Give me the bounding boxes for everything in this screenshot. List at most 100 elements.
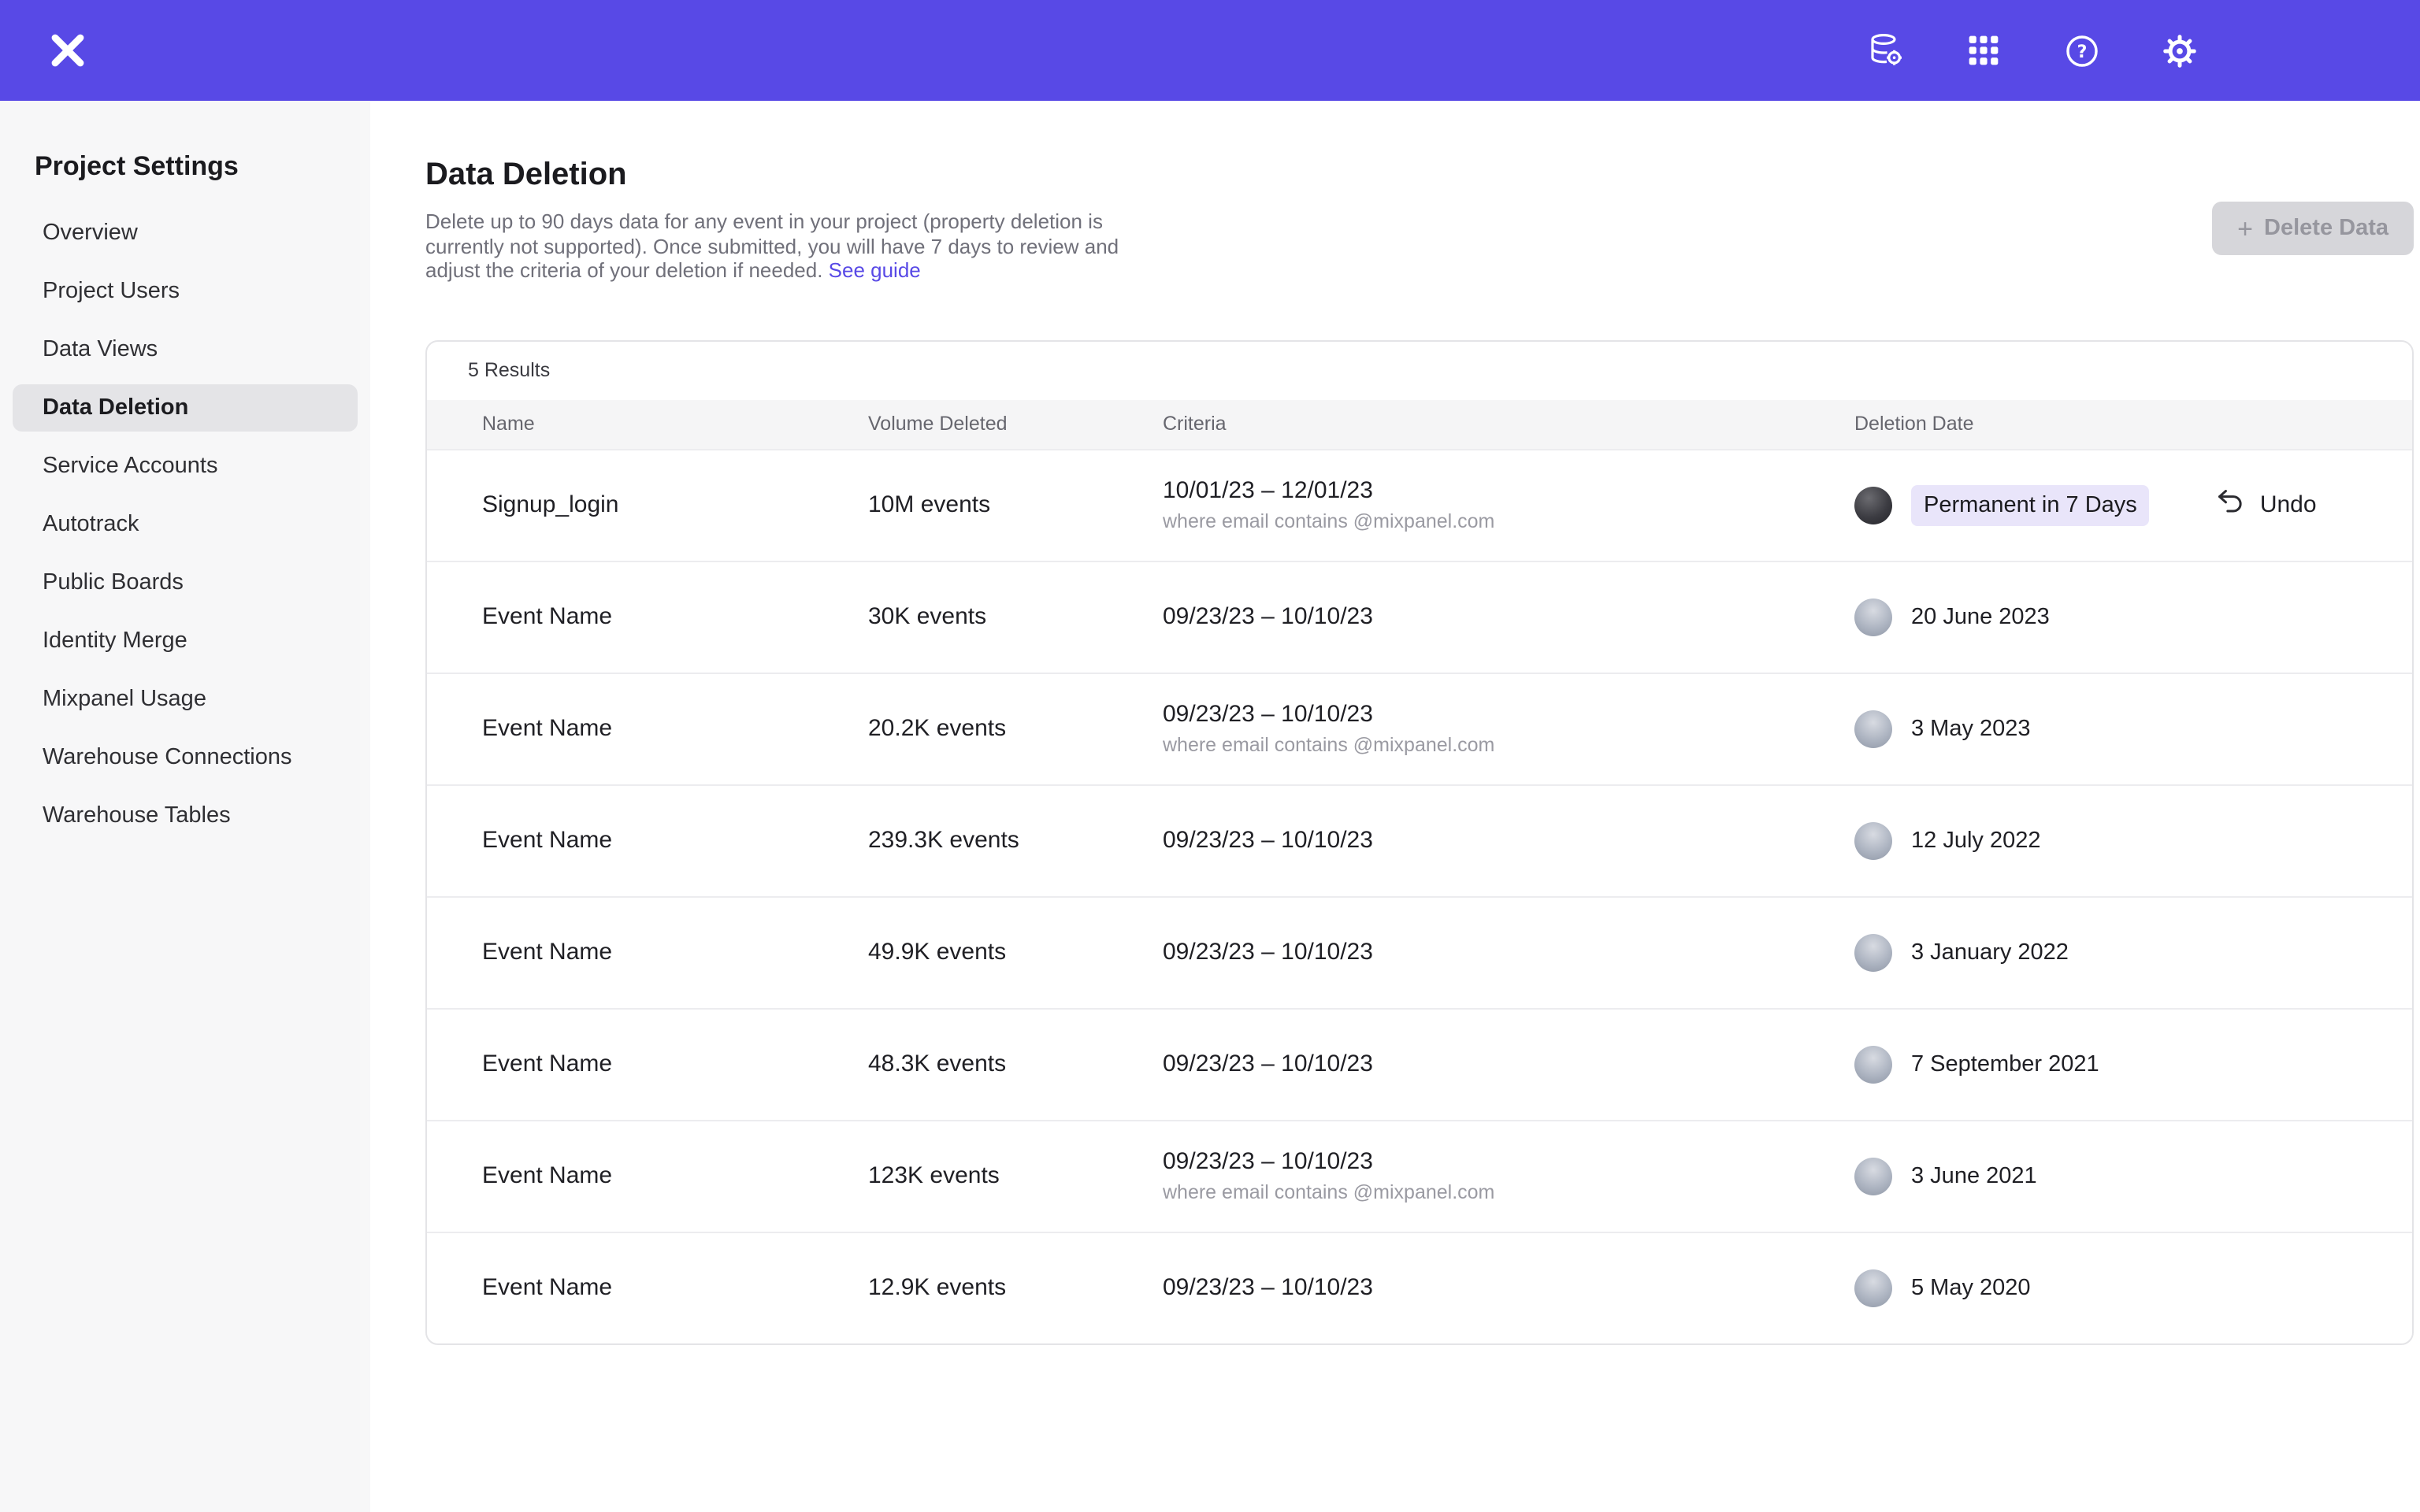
- row-name: Event Name: [482, 1163, 868, 1190]
- delete-data-button[interactable]: + Delete Data: [2212, 202, 2414, 255]
- sidebar-nav: Overview Project Users Data Views Data Dele…: [13, 209, 358, 839]
- app-window: ?: [0, 0, 2420, 1512]
- row-deletion-date: 3 June 2021: [1854, 1158, 2412, 1195]
- avatar: [1854, 487, 1892, 524]
- criteria-range: 09/23/23 – 10/10/23: [1163, 939, 1854, 966]
- results-count: 5 Results: [427, 342, 2412, 400]
- deletion-date-text: 5 May 2020: [1911, 1276, 2031, 1301]
- table-row: Event Name48.3K events09/23/23 – 10/10/2…: [427, 1008, 2412, 1120]
- row-criteria: 09/23/23 – 10/10/23: [1163, 1051, 1854, 1078]
- page-description-text: Delete up to 90 days data for any event …: [425, 209, 1119, 282]
- main-content: Data Deletion Delete up to 90 days data …: [370, 101, 2420, 1512]
- row-deletion-date: 3 May 2023: [1854, 710, 2412, 748]
- undo-button[interactable]: Undo: [2216, 487, 2317, 524]
- avatar: [1854, 822, 1892, 860]
- deletion-date-text: 3 June 2021: [1911, 1164, 2037, 1189]
- column-header-name: Name: [482, 413, 868, 435]
- undo-label: Undo: [2260, 492, 2317, 519]
- page-description: Delete up to 90 days data for any event …: [425, 209, 1138, 284]
- plus-icon: +: [2237, 215, 2253, 242]
- sidebar-item-identity-merge[interactable]: Identity Merge: [13, 617, 358, 665]
- column-header-criteria: Criteria: [1163, 413, 1854, 435]
- topbar-icon-group: ?: [1865, 30, 2199, 71]
- avatar: [1854, 598, 1892, 636]
- criteria-range: 09/23/23 – 10/10/23: [1163, 1275, 1854, 1302]
- row-volume: 49.9K events: [868, 939, 1163, 966]
- criteria-filter: where email contains @mixpanel.com: [1163, 511, 1854, 533]
- row-deletion-date: 12 July 2022: [1854, 822, 2412, 860]
- row-deletion-date: Permanent in 7 DaysUndo: [1854, 485, 2412, 526]
- row-criteria: 09/23/23 – 10/10/23: [1163, 828, 1854, 854]
- column-header-deletion-date: Deletion Date: [1854, 413, 2412, 435]
- sidebar-item-public-boards[interactable]: Public Boards: [13, 559, 358, 606]
- row-deletion-date: 20 June 2023: [1854, 598, 2412, 636]
- row-deletion-date: 7 September 2021: [1854, 1046, 2412, 1084]
- row-volume: 12.9K events: [868, 1275, 1163, 1302]
- column-header-volume: Volume Deleted: [868, 413, 1163, 435]
- criteria-range: 09/23/23 – 10/10/23: [1163, 604, 1854, 631]
- row-criteria: 09/23/23 – 10/10/23: [1163, 939, 1854, 966]
- row-name: Event Name: [482, 828, 868, 854]
- row-name: Event Name: [482, 1275, 868, 1302]
- row-volume: 10M events: [868, 492, 1163, 519]
- top-navigation-bar: ?: [0, 0, 2420, 101]
- row-name: Event Name: [482, 716, 868, 743]
- table-header-row: Name Volume Deleted Criteria Deletion Da…: [427, 400, 2412, 449]
- avatar: [1854, 934, 1892, 972]
- criteria-range: 09/23/23 – 10/10/23: [1163, 1051, 1854, 1078]
- data-management-icon[interactable]: [1865, 30, 1906, 71]
- table-row: Event Name49.9K events09/23/23 – 10/10/2…: [427, 896, 2412, 1008]
- row-criteria: 09/23/23 – 10/10/23where email contains …: [1163, 702, 1854, 757]
- delete-data-button-label: Delete Data: [2264, 216, 2388, 241]
- row-name: Signup_login: [482, 492, 868, 519]
- row-criteria: 09/23/23 – 10/10/23 where email contains …: [1163, 1149, 1854, 1204]
- row-deletion-date: 3 January 2022: [1854, 934, 2412, 972]
- row-volume: 48.3K events: [868, 1051, 1163, 1078]
- avatar: [1854, 710, 1892, 748]
- sidebar-item-mixpanel-usage[interactable]: Mixpanel Usage: [13, 676, 358, 723]
- sidebar-item-autotrack[interactable]: Autotrack: [13, 501, 358, 548]
- avatar: [1854, 1046, 1892, 1084]
- row-volume: 239.3K events: [868, 828, 1163, 854]
- row-name: Event Name: [482, 939, 868, 966]
- deletion-date-text: 3 May 2023: [1911, 717, 2031, 742]
- row-criteria: 10/01/23 – 12/01/23where email contains …: [1163, 478, 1854, 533]
- sidebar-item-service-accounts[interactable]: Service Accounts: [13, 443, 358, 490]
- criteria-range: 09/23/23 – 10/10/23: [1163, 828, 1854, 854]
- row-name: Event Name: [482, 1051, 868, 1078]
- sidebar-item-warehouse-tables[interactable]: Warehouse Tables: [13, 792, 358, 839]
- settings-icon[interactable]: [2158, 30, 2199, 71]
- mixpanel-logo[interactable]: [47, 30, 88, 71]
- deletion-date-text: 20 June 2023: [1911, 605, 2050, 630]
- help-icon[interactable]: ?: [2061, 30, 2102, 71]
- undo-icon: [2216, 487, 2246, 524]
- avatar: [1854, 1158, 1892, 1195]
- table-row: Event Name123K events09/23/23 – 10/10/23…: [427, 1120, 2412, 1232]
- deletion-date-text: 3 January 2022: [1911, 940, 2069, 965]
- row-deletion-date: 5 May 2020: [1854, 1269, 2412, 1307]
- see-guide-link[interactable]: See guide: [829, 258, 921, 282]
- apps-grid-icon[interactable]: [1963, 30, 2004, 71]
- row-criteria: 09/23/23 – 10/10/23: [1163, 604, 1854, 631]
- criteria-filter: where email contains @mixpanel.com: [1163, 1182, 1854, 1204]
- table-body: Signup_login10M events10/01/23 – 12/01/2…: [427, 449, 2412, 1343]
- table-row: Signup_login10M events10/01/23 – 12/01/2…: [427, 449, 2412, 561]
- sidebar: Project Settings Overview Project Users Da…: [0, 101, 370, 1512]
- criteria-range: 09/23/23 – 10/10/23: [1163, 1149, 1854, 1176]
- table-row: Event Name20.2K events09/23/23 – 10/10/2…: [427, 673, 2412, 784]
- table-row: Event Name239.3K events09/23/23 – 10/10/…: [427, 784, 2412, 896]
- table-row: Event Name30K events09/23/23 – 10/10/232…: [427, 561, 2412, 673]
- table-row: Event Name12.9K events09/23/23 – 10/10/2…: [427, 1232, 2412, 1343]
- deletion-date-text: 12 July 2022: [1911, 828, 2040, 854]
- sidebar-title: Project Settings: [13, 151, 358, 183]
- row-criteria: 09/23/23 – 10/10/23: [1163, 1275, 1854, 1302]
- row-volume: 20.2K events: [868, 716, 1163, 743]
- sidebar-item-data-deletion[interactable]: Data Deletion: [13, 384, 358, 432]
- avatar: [1854, 1269, 1892, 1307]
- deletion-date-text: 7 September 2021: [1911, 1052, 2099, 1077]
- sidebar-item-warehouse-connections[interactable]: Warehouse Connections: [13, 734, 358, 781]
- sidebar-item-overview[interactable]: Overview: [13, 209, 358, 257]
- sidebar-item-data-views[interactable]: Data Views: [13, 326, 358, 373]
- row-name: Event Name: [482, 604, 868, 631]
- sidebar-item-project-users[interactable]: Project Users: [13, 268, 358, 315]
